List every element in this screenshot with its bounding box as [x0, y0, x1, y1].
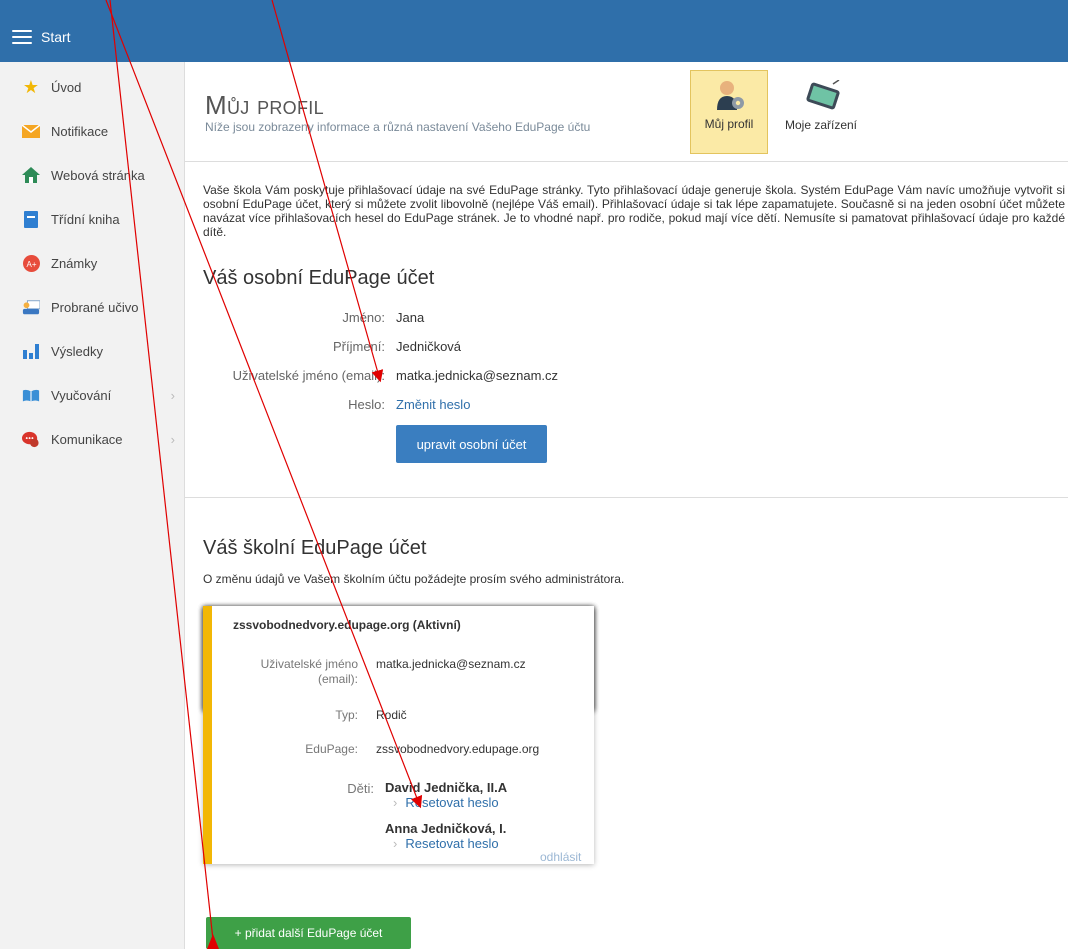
password-label: Heslo:	[348, 397, 385, 412]
sidebar-item-label: Známky	[51, 255, 98, 271]
page-subtitle: Níže jsou zobrazeny informace a různá na…	[205, 120, 591, 134]
reset-password-link[interactable]: Resetovat heslo	[405, 795, 498, 810]
sidebar-item-label: Třídní kniha	[51, 211, 120, 227]
chat-icon	[22, 430, 40, 448]
add-edupage-account-button[interactable]: + přidat další EduPage účet	[206, 917, 411, 949]
teacher-icon	[22, 298, 40, 316]
sidebar-item-vyucovani[interactable]: Vyučování ›	[0, 375, 185, 415]
username-label: Uživatelské jméno (email):	[232, 368, 385, 383]
star-icon: ★	[22, 77, 40, 97]
sidebar-item-uvod[interactable]: ★ Úvod	[0, 67, 185, 107]
reset-password-item[interactable]: › Resetovat heslo	[393, 836, 499, 851]
card-accent-stripe-full	[203, 606, 212, 864]
reset-password-item[interactable]: › Resetovat heslo	[393, 795, 499, 810]
svg-text:A+: A+	[26, 260, 36, 269]
section-divider	[185, 497, 1068, 498]
sidebar-item-vysledky[interactable]: Výsledky	[0, 331, 185, 371]
grades-icon: A+	[22, 254, 40, 272]
card-type-value: Rodič	[376, 708, 407, 722]
school-account-note: O změnu údajů ve Vašem školním účtu požá…	[203, 572, 625, 586]
sidebar-item-tridni-kniha[interactable]: Třídní kniha	[0, 199, 185, 239]
top-bar: Start	[0, 0, 1068, 62]
sidebar-item-komunikace[interactable]: Komunikace ›	[0, 419, 185, 459]
last-name-value: Jedničková	[396, 339, 462, 354]
sidebar-item-webova-stranka[interactable]: Webová stránka	[0, 155, 185, 195]
card-children-label: Děti:	[347, 781, 374, 796]
last-name-label: Příjmení:	[332, 339, 385, 354]
change-password-link[interactable]: Změnit heslo	[396, 397, 470, 412]
sidebar-item-notifikace[interactable]: Notifikace	[0, 111, 185, 151]
first-name-label: Jméno:	[342, 310, 385, 325]
school-account-heading: Váš školní EduPage účet	[203, 537, 427, 559]
card-title: zssvobodnedvory.edupage.org (Aktivní)	[233, 618, 461, 632]
first-name-value: Jana	[396, 310, 425, 325]
envelope-icon	[22, 122, 40, 140]
card-type-label: Typ:	[335, 708, 358, 722]
card-edupage-label: EduPage:	[305, 742, 358, 756]
personal-account-heading: Váš osobní EduPage účet	[203, 267, 435, 289]
logout-link[interactable]: odhlásit	[540, 850, 581, 864]
book-icon	[22, 210, 40, 228]
chevron-right-icon: ›	[170, 431, 175, 447]
card-username-value: matka.jednicka@seznam.cz	[376, 657, 526, 671]
hamburger-menu-icon[interactable]	[12, 30, 32, 44]
chevron-right-icon: ›	[170, 387, 175, 403]
tab-my-profile[interactable]: Můj profil	[690, 70, 768, 154]
child-name: David Jednička, II.A	[385, 780, 508, 795]
intro-text: Vaše škola Vám poskytuje přihlašovací úd…	[203, 183, 1065, 239]
sidebar: ★ Úvod Notifikace Webová stránka Třídní …	[0, 62, 185, 949]
start-menu-label[interactable]: Start	[41, 29, 71, 45]
sidebar-item-znamky[interactable]: A+ Známky	[0, 243, 185, 283]
sidebar-item-label: Probrané učivo	[51, 299, 139, 315]
reset-password-link[interactable]: Resetovat heslo	[405, 836, 498, 851]
sidebar-item-label: Úvod	[51, 79, 82, 95]
chevron-right-icon: ›	[393, 795, 398, 810]
tab-label: Moje zařízení	[784, 118, 858, 132]
tablet-device-icon	[803, 79, 840, 112]
open-book-icon	[22, 386, 40, 404]
card-username-label: Uživatelské jméno (email):	[260, 657, 358, 686]
tab-label: Můj profil	[704, 117, 754, 131]
sidebar-item-label: Webová stránka	[51, 167, 145, 183]
card-edupage-value: zssvobodnedvory.edupage.org	[376, 742, 540, 756]
sidebar-item-label: Komunikace	[51, 431, 123, 447]
tab-my-devices[interactable]: Moje zařízení	[771, 70, 871, 154]
child-name: Anna Jedničková, I.	[385, 821, 507, 836]
bar-chart-icon	[22, 342, 40, 360]
page-header: Můj profil Níže jsou zobrazeny informace…	[185, 62, 1068, 162]
edit-personal-account-button[interactable]: upravit osobní účet	[396, 425, 547, 463]
user-settings-icon	[711, 79, 747, 111]
sidebar-item-probrane-ucivo[interactable]: Probrané učivo	[0, 287, 185, 327]
username-value: matka.jednicka@seznam.cz	[396, 368, 559, 383]
sidebar-item-label: Notifikace	[51, 123, 109, 139]
chevron-right-icon: ›	[393, 836, 398, 851]
home-icon	[22, 166, 40, 184]
page-title: Můj profil	[205, 90, 324, 120]
sidebar-item-label: Výsledky	[51, 343, 104, 359]
sidebar-item-label: Vyučování	[51, 387, 112, 403]
